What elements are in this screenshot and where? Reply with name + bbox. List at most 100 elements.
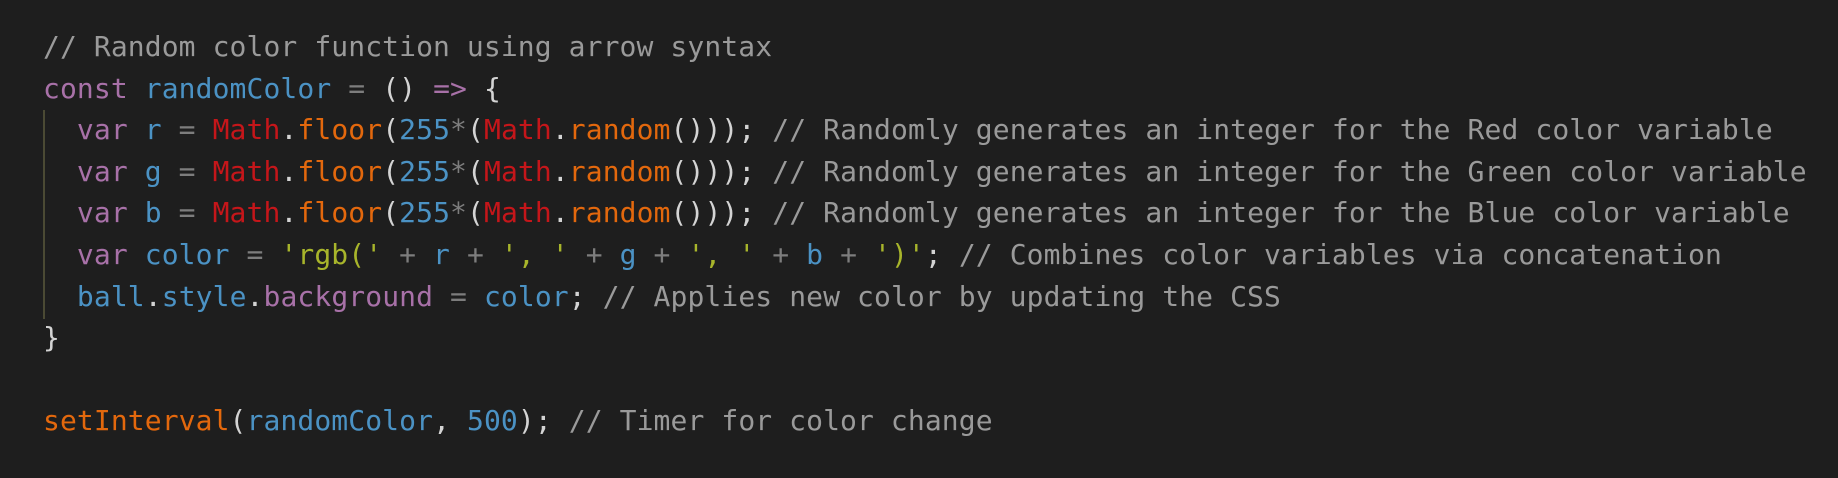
comment-token: // Random color function using arrow syn… xyxy=(43,30,773,63)
operator-token: * xyxy=(450,196,468,230)
string-token: 'rgb(' xyxy=(280,237,383,271)
punctuation-token: ( xyxy=(229,404,247,438)
punctuation-token: ())); xyxy=(670,154,756,188)
operator-token: * xyxy=(450,113,468,147)
number-token: 255 xyxy=(399,196,451,230)
punctuation-token: ( xyxy=(467,196,484,230)
identifier-token: r xyxy=(433,237,451,271)
function-token: floor xyxy=(297,154,383,188)
function-token: setInterval xyxy=(43,404,230,438)
operator-token: = xyxy=(229,237,281,271)
operator-token: + xyxy=(755,237,807,271)
code-line[interactable]: var color = 'rgb(' + r + ', ' + g + ', '… xyxy=(43,234,1807,276)
number-token: 500 xyxy=(466,404,518,438)
punctuation-token: ; xyxy=(568,279,586,313)
punctuation-token xyxy=(43,238,77,271)
code-line[interactable]: var g = Math.floor(255*(Math.random()));… xyxy=(43,151,1807,193)
punctuation-token: ())); xyxy=(670,196,756,230)
punctuation-token: ; xyxy=(924,237,942,271)
operator-token: + xyxy=(382,237,434,271)
code-line[interactable] xyxy=(43,359,1807,401)
punctuation-token: ); xyxy=(517,404,552,438)
function-token: random xyxy=(568,113,671,147)
keyword-token: const xyxy=(43,71,128,105)
code-line[interactable]: setInterval(randomColor, 500); // Timer … xyxy=(43,400,1807,442)
punctuation-token: ( xyxy=(467,113,484,147)
punctuation-token xyxy=(43,155,77,188)
string-token: ')' xyxy=(874,237,925,271)
keyword-token: var xyxy=(76,237,128,271)
code-line[interactable]: const randomColor = () => { xyxy=(43,68,1807,110)
punctuation-token xyxy=(43,196,77,229)
code-line[interactable]: ball.style.background = color; // Applie… xyxy=(43,276,1807,318)
identifier-token: b xyxy=(127,196,162,230)
operator-token: = xyxy=(161,196,213,230)
identifier-token: b xyxy=(806,237,824,271)
punctuation-token xyxy=(43,280,77,313)
function-token: floor xyxy=(297,113,383,147)
builtin-object-token: Math xyxy=(212,154,281,188)
punctuation-token: . xyxy=(280,196,298,230)
code-line[interactable]: var b = Math.floor(255*(Math.random()));… xyxy=(43,192,1807,234)
operator-token: + xyxy=(450,237,501,271)
identifier-token: color xyxy=(127,237,230,271)
punctuation-token: . xyxy=(551,113,569,147)
builtin-object-token: Math xyxy=(483,196,552,230)
punctuation-token: , xyxy=(433,404,467,438)
operator-token: = xyxy=(433,279,484,313)
punctuation-token: . xyxy=(551,154,569,188)
punctuation-token: ( xyxy=(382,154,400,188)
function-token: floor xyxy=(297,196,383,230)
punctuation-token: . xyxy=(246,279,264,313)
keyword-token: var xyxy=(76,113,128,147)
identifier-token: ball xyxy=(76,279,145,313)
punctuation-token: () xyxy=(382,71,434,105)
identifier-token: randomColor xyxy=(144,71,332,105)
comment-token: // Randomly generates an integer for the… xyxy=(755,196,1790,230)
operator-token: = xyxy=(331,71,383,105)
punctuation-token: ( xyxy=(467,154,484,188)
operator-token: + xyxy=(636,237,688,271)
punctuation-token xyxy=(128,72,145,105)
property-token: background xyxy=(263,279,434,313)
string-token: ', ' xyxy=(687,237,756,271)
number-token: 255 xyxy=(399,113,451,147)
function-token: random xyxy=(568,196,671,230)
identifier-token: g xyxy=(127,154,162,188)
comment-token: // Applies new color by updating the CSS xyxy=(585,279,1281,313)
code-editor[interactable]: // Random color function using arrow syn… xyxy=(43,26,1807,442)
code-line[interactable]: // Random color function using arrow syn… xyxy=(43,26,1807,68)
builtin-object-token: Math xyxy=(212,113,281,147)
identifier-token: g xyxy=(619,237,637,271)
comment-token: // Combines color variables via concaten… xyxy=(941,237,1722,271)
punctuation-token: ( xyxy=(382,113,400,147)
number-token: 255 xyxy=(399,154,451,188)
keyword-token: var xyxy=(76,196,128,230)
punctuation-token: ( xyxy=(382,196,400,230)
string-token: ', ' xyxy=(500,237,569,271)
identifier-token: r xyxy=(127,113,162,147)
operator-token: + xyxy=(823,237,875,271)
code-line[interactable]: var r = Math.floor(255*(Math.random()));… xyxy=(43,109,1807,151)
builtin-object-token: Math xyxy=(483,113,552,147)
comment-token: // Randomly generates an integer for the… xyxy=(755,154,1807,188)
operator-token: = xyxy=(161,154,213,188)
punctuation-token xyxy=(43,113,77,146)
identifier-token: style xyxy=(161,279,247,313)
keyword-token: var xyxy=(76,154,128,188)
punctuation-token: . xyxy=(280,154,298,188)
punctuation-token: . xyxy=(280,113,298,147)
operator-token: * xyxy=(450,154,468,188)
punctuation-token: { xyxy=(466,71,501,105)
operator-token: = xyxy=(161,113,213,147)
punctuation-token: } xyxy=(43,321,60,355)
identifier-token: randomColor xyxy=(246,404,434,438)
builtin-object-token: Math xyxy=(483,154,552,188)
operator-token: + xyxy=(568,237,620,271)
comment-token: // Randomly generates an integer for the… xyxy=(755,113,1773,147)
code-line[interactable]: } xyxy=(43,317,1807,359)
punctuation-token: ())); xyxy=(670,113,756,147)
identifier-token: color xyxy=(483,279,569,313)
punctuation-token: . xyxy=(144,279,162,313)
punctuation-token: . xyxy=(551,196,569,230)
